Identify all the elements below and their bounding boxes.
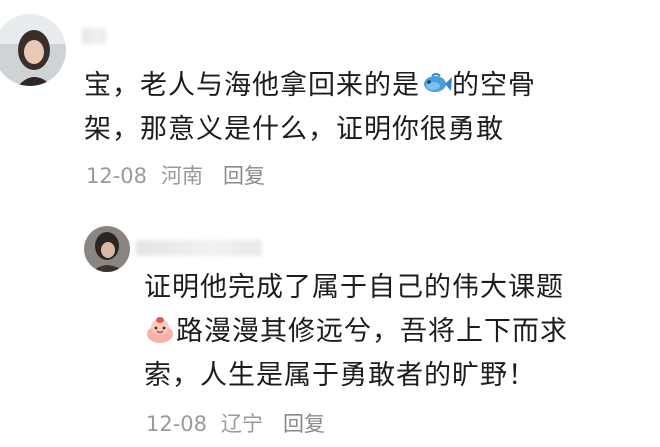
comment-line-1: 宝，老人与海他拿回来的是 的空骨 (84, 70, 536, 101)
username-blurred (82, 28, 106, 44)
avatar[interactable] (0, 14, 66, 86)
avatar[interactable] (84, 226, 130, 272)
mochi-icon (144, 316, 176, 344)
comment-line-3: 索，人生是属于勇敢者的旷野！ (144, 360, 536, 391)
comment-location: 河南 (161, 164, 204, 188)
comment-meta: 12-08 河南 回复 (86, 160, 279, 190)
comment-line-2: 路漫漫其修远兮，吾将上下而求 (144, 316, 568, 347)
comment-line-2: 架，那意义是什么，证明你很勇敢 (84, 114, 504, 145)
comment-location: 辽宁 (221, 412, 264, 436)
comment-text: 宝，老人与海他拿回来的是 的空骨 架，那意义是什么，证明你很勇敢 (84, 64, 536, 152)
comment-meta: 12-08 辽宁 回复 (146, 408, 339, 438)
fish-icon (420, 70, 452, 98)
comment-date: 12-08 (86, 164, 148, 188)
reply-button[interactable]: 回复 (283, 412, 325, 436)
reply-button[interactable]: 回复 (223, 164, 265, 188)
comment-line-1: 证明他完成了属于自己的伟大课题 (144, 272, 564, 303)
comment-date: 12-08 (146, 412, 208, 436)
username-blurred (136, 240, 262, 256)
comment-text: 证明他完成了属于自己的伟大课题 路漫漫其修远兮，吾将上下而求 索，人生是属于勇敢… (144, 266, 568, 398)
